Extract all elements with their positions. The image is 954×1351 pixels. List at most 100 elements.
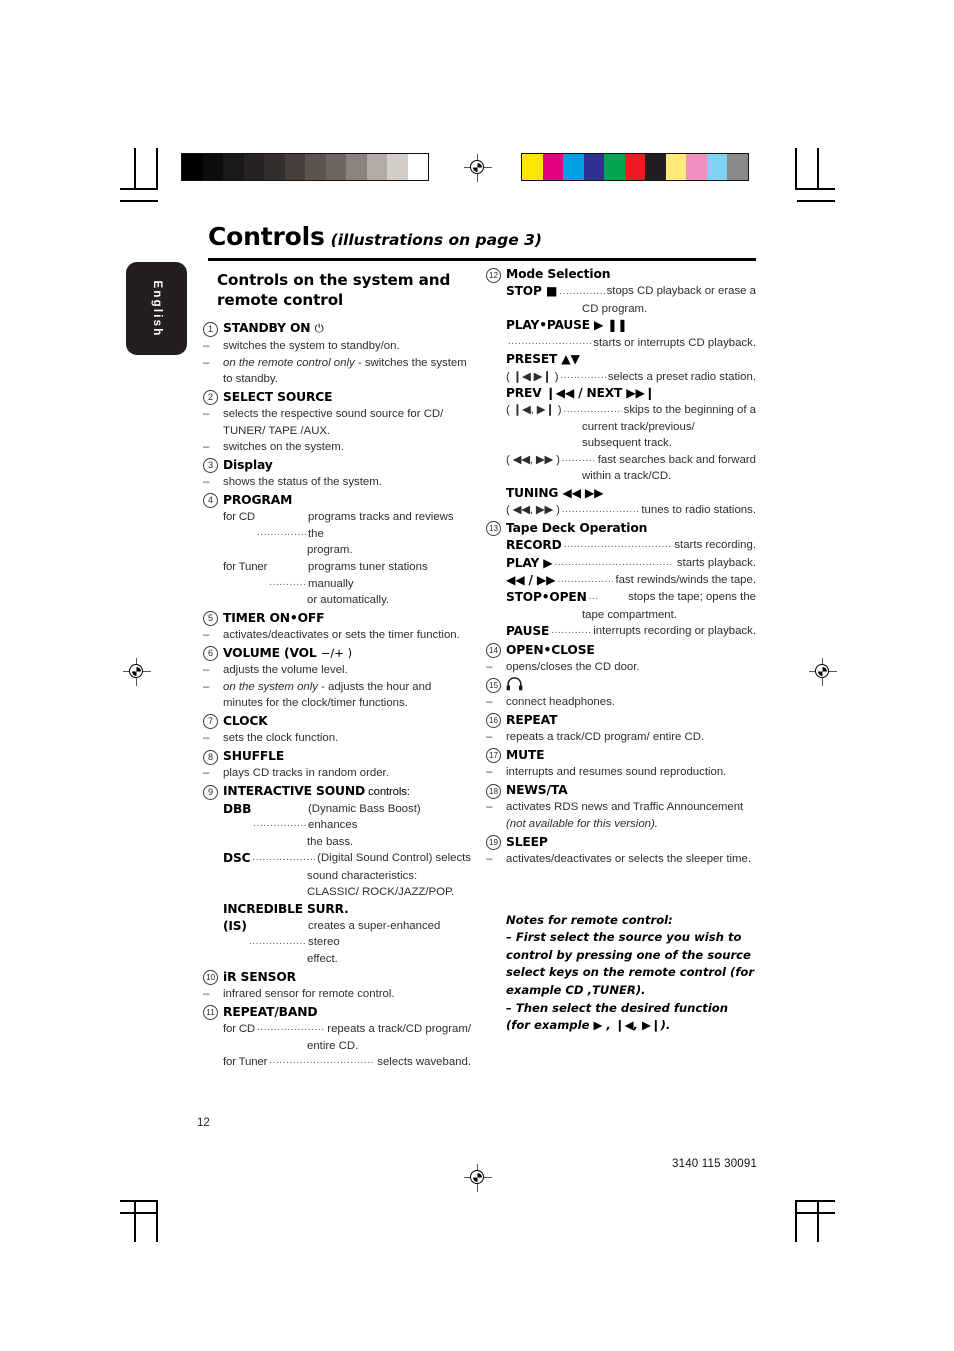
control-item-sleep: 19 SLEEP — [486, 834, 756, 851]
definition-term-stop: STOP ■ — [506, 284, 558, 299]
definition-row: ( ◀◀, ▶▶ ) .............................… — [506, 452, 756, 469]
control-item-program: 4 PROGRAM — [203, 492, 471, 509]
control-item-display: 3 Display — [203, 457, 471, 474]
calibration-swatch — [387, 154, 408, 180]
right-column: 12 Mode Selection STOP ■ ...............… — [486, 265, 756, 1035]
control-item-standby-on: 1 STANDBY ON ⏻ — [203, 320, 471, 337]
crop-mark-bl-h — [120, 1200, 158, 1202]
crop-mark-br-h2 — [797, 1212, 835, 1214]
item-detail: – opens/closes the CD door. — [486, 660, 640, 673]
definition-desc: programs tuner stations manually — [308, 560, 428, 590]
language-tab: English — [126, 262, 187, 355]
definition-desc: tunes to radio stations. — [641, 504, 756, 517]
definition-term: for Tuner — [223, 560, 268, 573]
item-detail: – adjusts the volume level. — [203, 664, 348, 677]
calibration-swatch — [542, 154, 563, 180]
prev-next-symbols: ( ❙◀, ▶❙ ) — [506, 404, 562, 417]
item-number: 10 — [203, 970, 218, 985]
definition-desc: (Dynamic Bass Boost) enhances — [308, 802, 421, 832]
calibration-swatch — [264, 154, 285, 180]
item-detail: – plays CD tracks in random order. — [203, 767, 389, 780]
control-item-open-close: 14 OPEN•CLOSE — [486, 642, 756, 659]
definition-desc: interrupts recording or playback. — [593, 625, 756, 638]
item-detail: – interrupts and resumes sound reproducti… — [486, 766, 727, 779]
item-number: 13 — [486, 521, 501, 537]
definition-desc: starts or interrupts CD playback. — [593, 336, 756, 349]
item-number: 11 — [203, 1005, 218, 1021]
dotted-leader: ................................... — [561, 503, 640, 515]
color-calibration-bar — [521, 153, 749, 181]
item-number: 5 — [203, 611, 218, 627]
item-number: 3 — [203, 458, 218, 474]
item-number: 2 — [203, 390, 218, 406]
calibration-swatch — [563, 154, 584, 180]
play-pause-label: PLAY•PAUSE ▶ ❚❚ — [506, 318, 628, 333]
calibration-swatch — [202, 154, 223, 180]
definition-row: PAUSE ..................................… — [506, 623, 756, 640]
control-item-volume: 6 VOLUME (VOL −/+ ) — [203, 645, 471, 662]
page-title-main: Controls — [208, 222, 325, 251]
power-icon: ⏻ — [314, 321, 324, 336]
notes-title: Notes for remote control: — [506, 912, 673, 927]
definition-desc: starts recording. — [674, 539, 756, 552]
calibration-swatch — [182, 154, 203, 180]
definition-term: RECORD — [506, 538, 562, 553]
definition-continuation: or automatically. — [307, 594, 390, 607]
calibration-swatch — [305, 154, 326, 180]
dotted-leader: ................................... — [551, 625, 592, 637]
definition-row: DSC ................................... … — [223, 850, 471, 867]
dotted-leader: ................................... — [257, 527, 306, 539]
calibration-swatch — [325, 154, 346, 180]
control-item-select-source: 2 SELECT SOURCE — [203, 389, 471, 406]
item-number: 12 — [486, 267, 501, 283]
registration-mark-left — [123, 658, 151, 686]
headphones-icon — [506, 676, 523, 691]
item-detail: – activates RDS news and Traffic Announce… — [486, 801, 744, 830]
grayscale-calibration-bar — [181, 153, 429, 181]
control-item-news-ta: 18 NEWS/TA — [486, 782, 756, 799]
item-number: 16 — [486, 713, 501, 729]
tuning-label: TUNING ◀◀ ▶▶ — [506, 486, 604, 501]
item-label: NEWS/TA — [506, 783, 568, 797]
item-label: INTERACTIVE SOUND controls: — [223, 784, 410, 799]
control-item-tape-deck: 13 Tape Deck Operation — [486, 520, 756, 537]
definition-row: DBB ................................... … — [223, 801, 471, 834]
document-id: 3140 115 30091 — [672, 1158, 758, 1170]
dotted-leader: ................................... — [563, 539, 673, 551]
item-label: Tape Deck Operation — [506, 520, 648, 535]
notes-line-1: – First select the source you wish to co… — [506, 930, 755, 998]
control-item-headphone-jack: 15 — [486, 676, 756, 694]
item-label: SELECT SOURCE — [223, 389, 333, 404]
item-number: 7 — [203, 714, 218, 730]
crop-mark-br-h — [797, 1200, 835, 1202]
definition-continuation: tape compartment. — [582, 608, 677, 621]
definition-desc: skips to the beginning of a — [623, 404, 756, 417]
registration-mark-right — [809, 658, 837, 686]
control-item-interactive-sound: 9 INTERACTIVE SOUND controls: — [203, 783, 471, 800]
crop-mark-tl-h — [120, 188, 158, 190]
page-title-subtitle: (illustrations on page 3) — [330, 231, 542, 249]
definition-desc: (Digital Sound Control) selects — [317, 852, 471, 865]
rewind-forward-symbols: ◀◀ / ▶▶ — [506, 572, 556, 587]
item-detail: – activates/deactivates or selects the sl… — [486, 852, 752, 865]
left-column: Controls on the system and remote contro… — [203, 265, 471, 1071]
calibration-swatch — [346, 154, 367, 180]
definition-continuation: entire CD. — [307, 1039, 359, 1052]
title-divider — [208, 258, 756, 261]
item-label: REPEAT/BAND — [223, 1004, 318, 1019]
item-detail: – infrared sensor for remote control. — [203, 987, 395, 1000]
item-label — [506, 676, 756, 694]
item-number: 9 — [203, 784, 218, 800]
definition-term: PLAY ▶ — [506, 555, 553, 570]
definition-row: PLAY ▶ .................................… — [506, 555, 756, 572]
definition-continuation: sound characteristics: CLASSIC/ ROCK/JAZ… — [307, 869, 455, 899]
definition-row: (IS) ...................................… — [223, 918, 471, 951]
item-label: Display — [223, 457, 273, 472]
definition-row: ( ◀◀, ▶▶ ) .............................… — [506, 502, 756, 519]
item-label: REPEAT — [506, 712, 558, 727]
tuning-symbols: ( ◀◀, ▶▶ ) — [506, 504, 560, 517]
item-label: SHUFFLE — [223, 749, 285, 764]
definition-term: STOP•OPEN — [506, 590, 587, 605]
definition-row: for CD .................................… — [223, 1021, 471, 1038]
crop-mark-br-v2 — [817, 1200, 819, 1242]
